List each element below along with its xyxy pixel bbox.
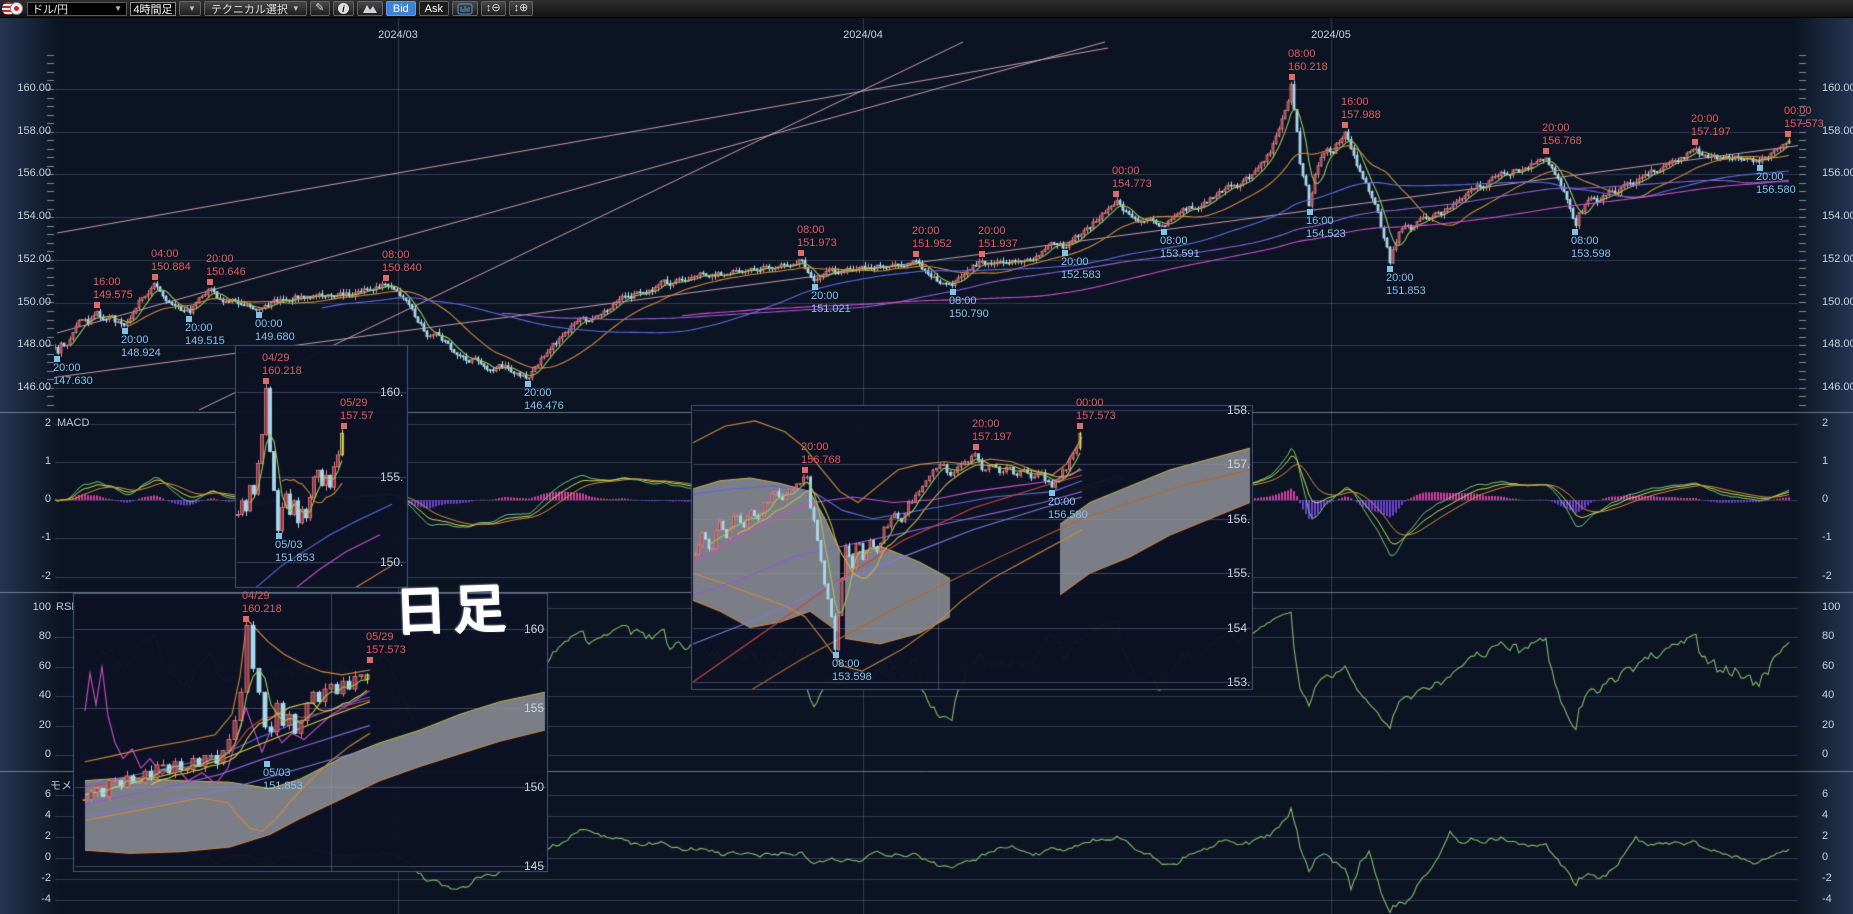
- zoom-out-icon: ↕⊖: [486, 3, 501, 14]
- bid-label: Bid: [393, 3, 409, 15]
- bid-button[interactable]: Bid: [386, 1, 416, 16]
- info-icon: i: [338, 3, 349, 14]
- chart-type-button[interactable]: [357, 1, 383, 16]
- toolbar: ドル/円 ▼ 4時間足 ▼ テクニカル選択 ▼ ✎ i Bid Ask ↕⊖: [0, 0, 1853, 18]
- app-window: { "toolbar":{"pair":"ドル/円","timeframe":"…: [0, 0, 1853, 914]
- zoom-in-button[interactable]: ↕⊕: [509, 1, 534, 16]
- zoom-in-icon: ↕⊕: [514, 3, 529, 14]
- currency-pair-select[interactable]: ドル/円 ▼: [27, 2, 127, 16]
- scale-button[interactable]: [452, 1, 478, 16]
- technical-select-label: テクニカル選択: [211, 1, 288, 17]
- timeframe-label: 4時間足: [133, 1, 172, 17]
- draw-tool-button[interactable]: ✎: [310, 1, 330, 16]
- ask-button[interactable]: Ask: [419, 1, 449, 16]
- chevron-down-icon: ▼: [292, 4, 300, 13]
- technical-select-button[interactable]: テクニカル選択 ▼: [204, 1, 307, 16]
- timeframe-select[interactable]: 4時間足: [130, 2, 176, 16]
- pencil-icon: ✎: [315, 3, 324, 14]
- inset-daily-small[interactable]: [235, 345, 408, 588]
- chevron-down-icon: ▼: [114, 4, 122, 13]
- ask-label: Ask: [425, 3, 443, 15]
- daily-timeframe-annotation: 日足: [393, 566, 514, 645]
- inset-4h-zoom[interactable]: [691, 405, 1253, 690]
- japan-flag-icon: [10, 2, 23, 15]
- timeframe-caret-button[interactable]: ▼: [179, 1, 201, 16]
- price-scale-icon: [457, 3, 473, 15]
- zoom-out-button[interactable]: ↕⊖: [481, 1, 506, 16]
- currency-pair-label: ドル/円: [32, 1, 68, 17]
- mountain-chart-icon: [362, 3, 378, 14]
- currency-pair-flags-icon: [2, 2, 24, 16]
- chevron-down-icon: ▼: [188, 4, 196, 13]
- info-button[interactable]: i: [333, 1, 354, 16]
